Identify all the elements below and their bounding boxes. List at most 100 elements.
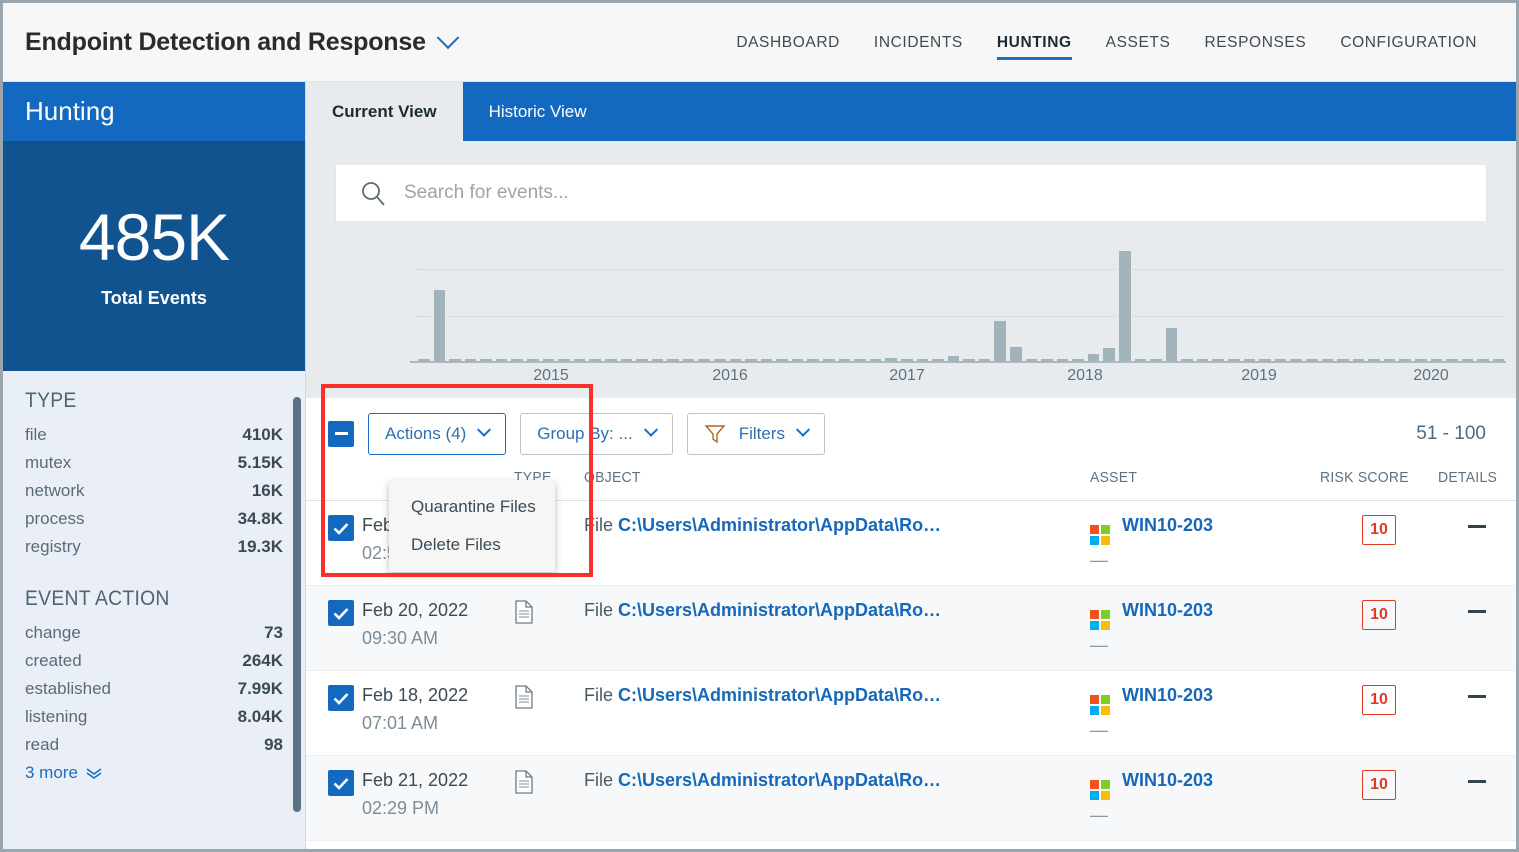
histogram-bar[interactable] [1117,249,1133,361]
facet-row[interactable]: read 98 [25,731,283,759]
histogram-bar[interactable] [1163,325,1180,361]
histogram-plot-area[interactable] [410,243,1507,363]
facet-event-action-title: EVENT ACTION [25,587,170,610]
show-more-event-actions[interactable]: 3 more [25,763,283,783]
nav-item-dashboard[interactable]: DASHBOARD [719,3,857,82]
group-by-label: Group By: ... [537,423,633,443]
col-risk-score[interactable]: RISK SCORE [1320,469,1430,501]
nav-item-configuration[interactable]: CONFIGURATION [1323,3,1494,82]
x-axis-tick-label: 2016 [712,367,748,384]
row-timestamp-cell: Feb 21, 2022 02:29 PM [362,755,514,841]
windows-logo-icon [1090,780,1110,800]
row-time: 02:29 PM [362,798,440,818]
filters-label: Filters [738,423,785,443]
row-object-path-link[interactable]: C:\Users\Administrator\AppData\Ro… [618,770,941,790]
facet-row[interactable]: created 264K [25,647,283,675]
row-object-path-link[interactable]: C:\Users\Administrator\AppData\Ro… [618,685,941,705]
histogram-bar[interactable] [1007,344,1024,361]
nav-item-assets[interactable]: ASSETS [1089,3,1188,82]
row-type-cell [514,670,584,756]
search-zone: Search for events... [306,141,1516,221]
histogram-bar[interactable] [945,353,962,361]
nav-item-hunting[interactable]: HUNTING [980,3,1089,82]
app-title-dropdown[interactable]: Endpoint Detection and Response [25,26,460,57]
facet-row[interactable]: registry 19.3K [25,533,283,561]
histogram-bar[interactable] [1085,351,1102,361]
row-asset-link[interactable]: WIN10-203 [1122,685,1213,705]
x-axis-tick-label: 2018 [1067,367,1103,384]
group-by-dropdown-button[interactable]: Group By: ... [520,412,673,455]
col-object[interactable]: OBJECT [584,469,1055,501]
row-asset-link[interactable]: WIN10-203 [1122,600,1213,620]
table-row[interactable]: Feb 18, 2022 07:01 AM File C:\Users\Admini… [306,670,1516,756]
facet-row[interactable]: established 7.99K [25,675,283,703]
menu-item-delete-files[interactable]: Delete Files [389,526,555,564]
menu-item-quarantine-files[interactable]: Quarantine Files [389,488,555,526]
row-asset-cell: WIN10-203 — [1090,585,1320,671]
check-icon [333,607,349,620]
main-content: Current View Historic View Search for ev… [306,82,1516,849]
details-dash-icon[interactable] [1468,525,1486,528]
row-checkbox[interactable] [328,600,354,626]
filters-button[interactable]: Filters [686,412,825,455]
nav-item-responses[interactable]: RESPONSES [1187,3,1323,82]
col-details[interactable]: DETAILS [1438,469,1511,501]
row-type-cell [514,585,584,671]
total-events-kpi-card: 485K Total Events [3,141,305,371]
row-asset-sub: — [1090,805,1108,825]
tab-current-view[interactable]: Current View [306,82,463,141]
select-all-checkbox[interactable] [328,420,354,447]
row-checkbox[interactable] [328,770,354,796]
row-checkbox[interactable] [328,685,354,711]
search-placeholder: Search for events... [404,182,569,203]
row-asset-link[interactable]: WIN10-203 [1122,515,1213,535]
facet-row[interactable]: network 16K [25,477,283,505]
row-object-path-link[interactable]: C:\Users\Administrator\AppData\Ro… [618,600,941,620]
nav-item-incidents[interactable]: INCIDENTS [857,3,980,82]
details-dash-icon[interactable] [1468,780,1486,783]
search-input[interactable]: Search for events... [336,165,1486,221]
histogram-bar[interactable] [992,318,1008,361]
row-object-text: File C:\Users\Administrator\AppData\Ro… [584,600,941,620]
file-document-icon [515,770,533,794]
actions-dropdown-menu: Quarantine Files Delete Files [389,480,555,572]
sidebar-scrollbar[interactable] [293,397,301,812]
chevron-down-icon [795,422,811,437]
windows-logo-icon [1090,610,1110,630]
row-select-cell [306,755,362,841]
row-object-prefix: File [584,515,619,535]
facet-row[interactable]: file 410K [25,421,283,449]
facet-key: mutex [25,453,72,472]
row-object-text: File C:\Users\Administrator\AppData\Ro… [584,515,941,535]
facet-row[interactable]: mutex 5.15K [25,449,283,477]
chevron-double-down-icon [86,767,102,779]
row-risk-score-cell: 10 [1320,500,1438,586]
main-navigation: DASHBOARD INCIDENTS HUNTING ASSETS RESPO… [719,3,1494,81]
check-icon [333,692,349,705]
row-object-cell: File C:\Users\Administrator\AppData\Ro… [584,755,1090,841]
table-row[interactable]: Feb 21, 2022 02:29 PM File C:\Users\Admini… [306,755,1516,841]
row-object-path-link[interactable]: C:\Users\Administrator\AppData\Ro… [618,515,941,535]
details-dash-icon[interactable] [1468,695,1486,698]
histogram-bar[interactable] [431,287,448,361]
facet-row[interactable]: process 34.8K [25,505,283,533]
facet-row[interactable]: listening 8.04K [25,703,283,731]
chevron-down-icon[interactable] [436,26,460,50]
row-timestamp-cell: Feb 20, 2022 09:30 AM [362,585,514,671]
actions-dropdown-button[interactable]: Actions (4) [368,412,507,455]
facet-row[interactable]: change 73 [25,619,283,647]
funnel-icon [704,424,726,443]
row-object-cell: File C:\Users\Administrator\AppData\Ro… [584,585,1090,671]
row-checkbox[interactable] [328,515,354,541]
histogram-bar[interactable] [1101,345,1118,361]
file-document-icon [515,600,533,624]
check-icon [333,777,349,790]
tab-historic-view[interactable]: Historic View [463,82,613,141]
table-row[interactable]: Feb 20, 2022 09:30 AM File C:\Users\Admini… [306,585,1516,671]
row-asset-link[interactable]: WIN10-203 [1122,770,1213,790]
col-asset[interactable]: ASSET [1090,469,1304,501]
row-asset-sub: — [1090,720,1108,740]
details-dash-icon[interactable] [1468,610,1486,613]
row-asset-sub: — [1090,635,1108,655]
facet-key: established [25,679,112,698]
